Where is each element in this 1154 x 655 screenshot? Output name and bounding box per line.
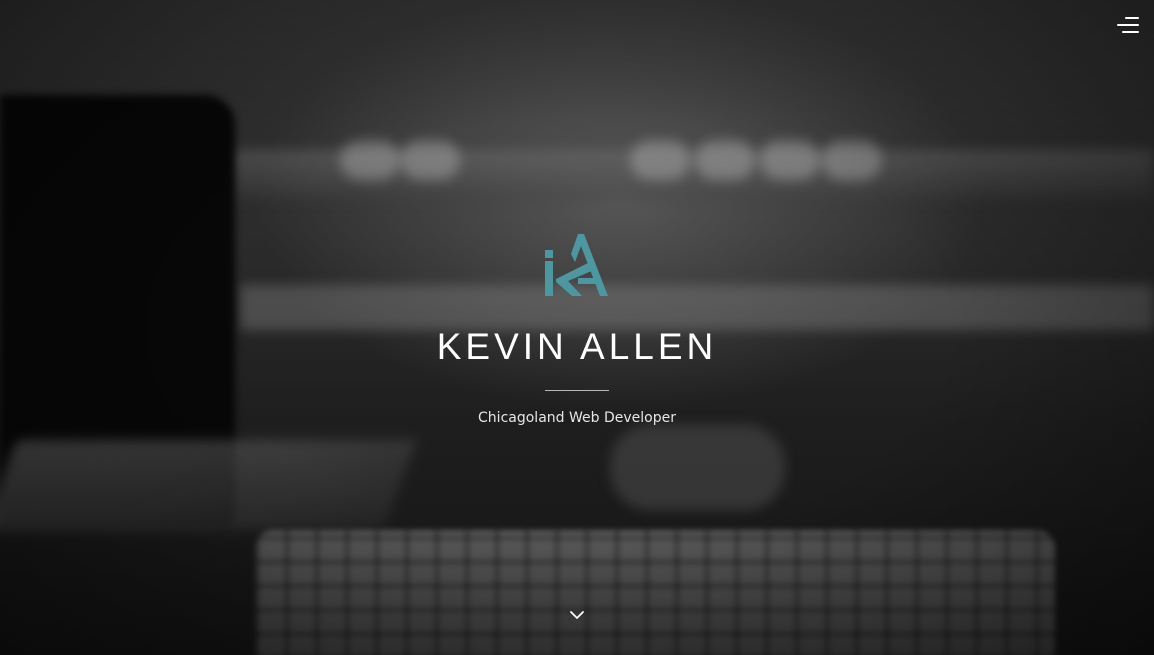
chevron-down-icon[interactable] (569, 608, 585, 622)
hero-content: KEVIN ALLEN Chicagoland Web Developer (0, 232, 1154, 426)
hamburger-menu-icon[interactable] (1117, 17, 1139, 33)
site-tagline: Chicagoland Web Developer (478, 410, 676, 426)
site-title: KEVIN ALLEN (436, 326, 718, 367)
title-divider (545, 390, 609, 391)
ka-monogram-logo (545, 234, 608, 296)
hero-section: KEVIN ALLEN Chicagoland Web Developer (0, 0, 1154, 655)
